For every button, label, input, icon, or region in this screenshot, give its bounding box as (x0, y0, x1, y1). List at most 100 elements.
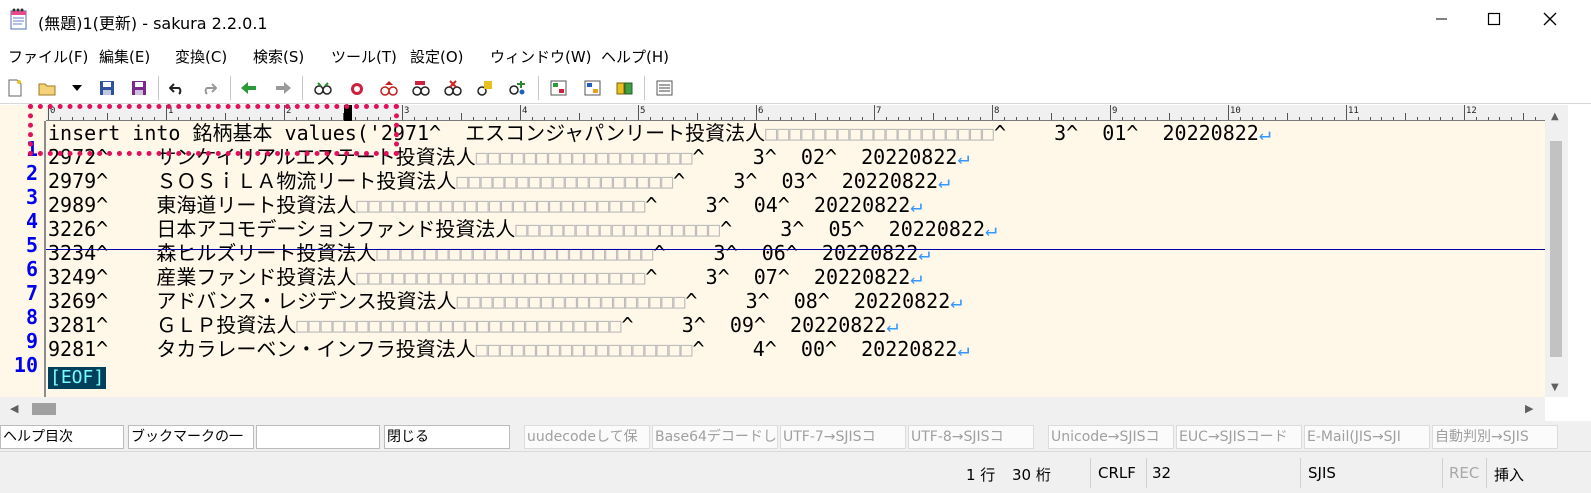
menu-convert[interactable]: 変換(C) (175, 46, 227, 67)
line-number: 10 (13, 353, 38, 377)
dropdown-arrow-icon[interactable] (66, 77, 88, 99)
editor-line[interactable]: 3234^ 森ヒルズリート投資法人□□□□□□□□□□□□□□□□□□□□□□□… (48, 241, 930, 265)
ruler-tick (1180, 117, 1182, 120)
horizontal-scrollbar[interactable]: ◀ ▶ (0, 397, 1545, 421)
menu-tools[interactable]: ツール(T) (331, 46, 397, 67)
scroll-up-icon[interactable]: ▲ (1551, 111, 1559, 122)
fkey-8[interactable]: UTF-8→SJISコ (908, 425, 1034, 449)
editor-line[interactable]: 2979^ ＳＯＳｉＬＡ物流リート投資法人□□□□□□□□□□□□□□□□□□^… (48, 169, 950, 193)
save-all-icon[interactable] (128, 77, 150, 99)
close-button[interactable] (1522, 0, 1578, 38)
settings-icon[interactable] (654, 77, 676, 99)
editor-line[interactable]: 3249^ 産業ファンド投資法人□□□□□□□□□□□□□□□□□□□□□□□□… (48, 265, 922, 289)
ruler-tick (402, 105, 403, 120)
ruler-tick (1192, 117, 1194, 120)
ruler-tick (779, 117, 781, 120)
open-folder-icon[interactable] (36, 77, 58, 99)
vertical-scrollbar[interactable]: ▲ ▼ (1545, 105, 1568, 397)
status-column: 30 桁 (1012, 466, 1051, 484)
ruler-tick (626, 117, 628, 120)
ruler-tick (909, 117, 911, 120)
menu-search[interactable]: 検索(S) (253, 46, 304, 67)
tag-jump-icon[interactable] (614, 77, 636, 99)
outline-icon[interactable] (548, 77, 570, 99)
ruler-tick (1275, 117, 1277, 120)
editor-line[interactable]: 3269^ アドバンス・レジデンス投資法人□□□□□□□□□□□□□□□□□□□… (48, 289, 962, 313)
menu-edit[interactable]: 編集(E) (99, 46, 150, 67)
undo-icon[interactable] (166, 77, 188, 99)
editor-line[interactable]: 2989^ 東海道リート投資法人□□□□□□□□□□□□□□□□□□□□□□□□… (48, 193, 922, 217)
editor-line[interactable]: 9281^ タカラレーベン・インフラ投資法人□□□□□□□□□□□□□□□□□□… (48, 337, 969, 361)
fkey-9[interactable]: Unicode→SJISコ (1048, 425, 1174, 449)
ruler-tick (590, 117, 592, 120)
replace-icon[interactable] (410, 77, 432, 99)
scroll-left-icon[interactable]: ◀ (10, 402, 18, 415)
ruler-tick (1074, 117, 1076, 120)
clear-search-icon[interactable] (442, 77, 464, 99)
status-rec: REC (1449, 464, 1480, 482)
search-icon[interactable] (312, 77, 334, 99)
fkey-11[interactable]: E-Mail(JIS→SJI (1304, 425, 1430, 449)
line-text: 3249^ 産業ファンド投資法人 (48, 265, 357, 289)
editor-line[interactable]: 3281^ ＧＬＰ投資法人□□□□□□□□□□□□□□□□□□□□□□□□□□□… (48, 313, 898, 337)
ruler-tick (980, 117, 982, 120)
ruler-label: 11 (1348, 106, 1359, 116)
compare-icon[interactable] (582, 77, 604, 99)
maximize-icon (1487, 12, 1501, 26)
scroll-down-icon[interactable]: ▼ (1551, 382, 1559, 393)
menu-settings[interactable]: 設定(O) (410, 46, 464, 67)
ruler-tick (413, 117, 415, 120)
menu-window[interactable]: ウィンドウ(W) (490, 46, 592, 67)
fullwidth-space-marks: □□□□□□□□□□□□□□□□□□□□□□□ (376, 241, 654, 265)
redo-icon[interactable] (198, 77, 220, 99)
maximize-button[interactable] (1466, 0, 1522, 38)
status-line-ending[interactable]: CRLF (1098, 464, 1136, 482)
ruler-tick (1440, 117, 1442, 120)
search-next-icon[interactable] (346, 77, 368, 99)
fkey-7[interactable]: UTF-7→SJISコ (780, 425, 906, 449)
horizontal-scroll-thumb[interactable] (32, 403, 56, 415)
minimize-icon (1436, 18, 1447, 20)
ruler-tick (1322, 117, 1324, 120)
status-bar: 1 行 30 桁 CRLF 32 SJIS REC 挿入 (0, 451, 1591, 493)
new-file-icon[interactable] (4, 77, 26, 99)
notepad-icon[interactable] (9, 8, 29, 30)
ruler-tick (449, 117, 451, 120)
fkey-2[interactable]: ブックマークの一 (128, 425, 254, 449)
search-prev-icon[interactable] (378, 77, 400, 99)
bookmark-icon[interactable] (474, 77, 496, 99)
jump-forward-icon[interactable] (272, 77, 294, 99)
jump-back-icon[interactable] (238, 77, 260, 99)
status-encoding[interactable]: SJIS (1308, 464, 1336, 482)
line-tail: ^ 4^ 00^ 20220822 (692, 337, 958, 361)
fkey-1[interactable]: ヘルプ目次 (0, 425, 124, 449)
fkey-12[interactable]: 自動判別→SJIS (1432, 425, 1558, 449)
ruler-tick (1405, 113, 1406, 120)
fkey-4[interactable]: 閉じる (384, 425, 510, 449)
menu-file[interactable]: ファイル(F) (8, 46, 88, 67)
ruler-tick (1334, 117, 1336, 120)
minimize-button[interactable] (1414, 0, 1470, 38)
line-text: 3269^ アドバンス・レジデンス投資法人 (48, 289, 457, 313)
fkey-6[interactable]: Base64デコードし (652, 425, 778, 449)
close-icon (1543, 12, 1557, 26)
menu-help[interactable]: ヘルプ(H) (601, 46, 669, 67)
grep-icon[interactable] (506, 77, 528, 99)
status-insert-mode[interactable]: 挿入 (1494, 464, 1524, 485)
vertical-scroll-thumb[interactable] (1550, 141, 1562, 357)
fkey-10[interactable]: EUC→SJISコード (1176, 425, 1302, 449)
fkey-5[interactable]: uudecodeして保 (524, 425, 650, 449)
save-icon[interactable] (96, 77, 118, 99)
scroll-right-icon[interactable]: ▶ (1525, 402, 1533, 415)
ruler-tick (697, 113, 698, 120)
line-tail: ^ 3^ 01^ 20220822 (993, 121, 1259, 145)
ruler-tick (1428, 117, 1430, 120)
fullwidth-space-marks: □□□□□□□□□□□□□□□□□□□□□□□□ (356, 193, 646, 217)
ruler-tick (708, 117, 710, 120)
ruler-tick (944, 117, 946, 120)
fkey-3[interactable] (256, 425, 380, 449)
editor-line[interactable]: 3226^ 日本アコモデーションファンド投資法人□□□□□□□□□□□□□□□□… (48, 217, 997, 241)
window-title: (無題)1(更新) - sakura 2.2.0.1 (38, 14, 268, 33)
ruler-tick (1169, 113, 1170, 120)
ruler-tick (992, 105, 993, 120)
